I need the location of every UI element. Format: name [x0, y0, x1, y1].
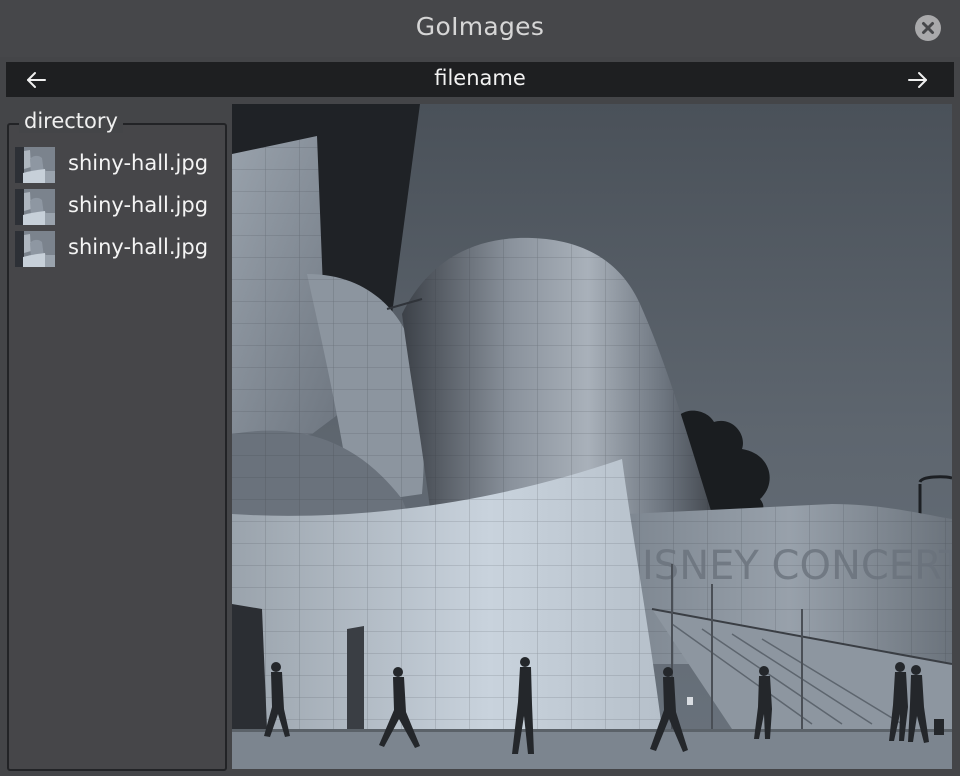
file-thumbnail: [15, 147, 55, 183]
close-button[interactable]: [915, 15, 941, 41]
file-item[interactable]: shiny-hall.jpg: [15, 146, 220, 184]
file-name: shiny-hall.jpg: [68, 235, 209, 259]
engraved-lettering: ISNEY CONCERT HALL: [642, 543, 952, 589]
arrow-right-icon: [908, 71, 927, 88]
window-title: GoImages: [415, 12, 545, 41]
file-name: shiny-hall.jpg: [68, 151, 209, 175]
building-photo: ISNEY CONCERT HALL: [232, 104, 952, 769]
directory-panel: directory shiny-hall.jpg shiny-hall.jpg …: [7, 109, 227, 771]
file-name: shiny-hall.jpg: [68, 193, 209, 217]
title-bar: GoImages: [0, 0, 960, 57]
file-thumbnail: [15, 231, 55, 267]
file-item[interactable]: shiny-hall.jpg: [15, 230, 220, 268]
file-item[interactable]: shiny-hall.jpg: [15, 188, 220, 226]
image-viewer: ISNEY CONCERT HALL: [232, 104, 952, 769]
navigation-bar: filename: [6, 62, 954, 97]
close-icon: [922, 22, 934, 34]
directory-legend: directory: [19, 109, 123, 133]
file-thumbnail: [15, 189, 55, 225]
next-button[interactable]: [898, 62, 938, 97]
filename-label: filename: [434, 66, 526, 90]
